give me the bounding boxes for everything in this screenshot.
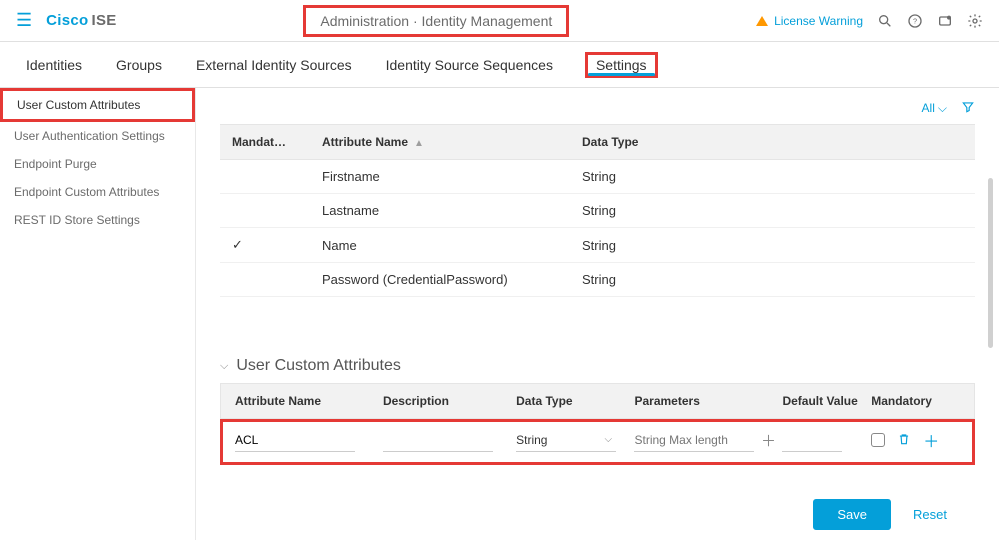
top-bar: ☰ CiscoISE Administration · Identity Man… xyxy=(0,0,999,42)
breadcrumb-highlight: Administration · Identity Management xyxy=(303,5,569,37)
predefined-attr-table: Mandat… Attribute Name ▲ Data Type Firstn… xyxy=(220,124,975,297)
sort-asc-icon: ▲ xyxy=(414,138,424,149)
col-data-type[interactable]: Data Type xyxy=(570,125,975,160)
tab-identity-source-sequences[interactable]: Identity Source Sequences xyxy=(384,42,555,87)
filter-all-label: All xyxy=(922,101,935,115)
default-value-input[interactable] xyxy=(782,429,842,452)
sidebar-item-user-custom-attributes[interactable]: User Custom Attributes xyxy=(3,91,192,119)
top-right-tools: License Warning ? xyxy=(756,13,983,29)
description-input[interactable] xyxy=(383,429,493,452)
brand-logo: CiscoISE xyxy=(46,12,116,29)
col-mandatory[interactable]: Mandat… xyxy=(220,125,310,160)
sidebar-item-endpoint-purge[interactable]: Endpoint Purge xyxy=(0,150,195,178)
uca-col-dt: Data Type xyxy=(516,394,634,408)
tab-active-indicator xyxy=(588,73,655,76)
uca-row-highlight: String ⌵ ＋ ＋ xyxy=(220,419,975,465)
mandatory-checkbox[interactable] xyxy=(871,433,885,447)
check-icon: ✓ xyxy=(220,228,310,263)
gear-icon[interactable] xyxy=(967,13,983,29)
add-parameter-icon[interactable]: ＋ xyxy=(758,430,778,451)
attr-cell: Password (CredentialPassword) xyxy=(310,263,570,297)
license-text: License Warning xyxy=(774,14,863,28)
col-attribute-name-label: Attribute Name xyxy=(322,135,408,149)
notes-icon[interactable] xyxy=(937,13,953,29)
license-warning[interactable]: License Warning xyxy=(756,14,863,28)
type-cell: String xyxy=(570,194,975,228)
table-row[interactable]: Password (CredentialPassword)String xyxy=(220,263,975,297)
chevron-down-icon: ⌵ xyxy=(605,434,613,445)
table-row[interactable]: FirstnameString xyxy=(220,160,975,194)
section-title: User Custom Attributes xyxy=(236,357,401,375)
attribute-name-input[interactable] xyxy=(235,429,355,452)
uca-col-def: Default Value xyxy=(782,394,871,408)
uca-column-header: Attribute Name Description Data Type Par… xyxy=(220,383,975,419)
mandatory-cell xyxy=(220,263,310,297)
settings-sidebar: User Custom Attributes User Authenticati… xyxy=(0,88,196,540)
type-cell: String xyxy=(570,160,975,194)
svg-text:?: ? xyxy=(913,16,917,25)
main-panel: All⌵ Mandat… Attribute Name▲ Data Type F… xyxy=(196,88,999,540)
sidebar-item-user-auth-settings[interactable]: User Authentication Settings xyxy=(0,122,195,150)
brand-ise: ISE xyxy=(92,12,117,29)
nav-tabs: Identities Groups External Identity Sour… xyxy=(0,42,999,88)
col-attribute-name[interactable]: Attribute Name ▲ xyxy=(310,125,570,160)
tab-identities[interactable]: Identities xyxy=(24,42,84,87)
action-buttons: Save Reset xyxy=(220,499,975,530)
attr-cell: Lastname xyxy=(310,194,570,228)
filter-all[interactable]: All⌵ xyxy=(922,101,947,116)
type-cell: String xyxy=(570,228,975,263)
mandatory-cell xyxy=(220,194,310,228)
sidebar-highlight: User Custom Attributes xyxy=(0,88,195,122)
type-cell: String xyxy=(570,263,975,297)
parameters-input[interactable] xyxy=(634,429,754,452)
uca-col-mand: Mandatory xyxy=(871,394,960,408)
uca-col-desc: Description xyxy=(383,394,516,408)
mandatory-cell xyxy=(220,160,310,194)
table-row[interactable]: LastnameString xyxy=(220,194,975,228)
tab-settings[interactable]: Settings xyxy=(585,52,658,78)
breadcrumb: Administration · Identity Management xyxy=(320,13,552,29)
search-icon[interactable] xyxy=(877,13,893,29)
data-type-select[interactable]: String ⌵ xyxy=(516,429,616,452)
add-row-icon[interactable]: ＋ xyxy=(923,428,939,452)
tab-settings-label: Settings xyxy=(596,57,647,73)
breadcrumb-wrap: Administration · Identity Management xyxy=(117,5,756,37)
help-icon[interactable]: ? xyxy=(907,13,923,29)
sidebar-item-rest-id-store[interactable]: REST ID Store Settings xyxy=(0,206,195,234)
scrollbar[interactable] xyxy=(988,178,993,348)
table-row[interactable]: ✓NameString xyxy=(220,228,975,263)
delete-icon[interactable] xyxy=(897,432,911,449)
sidebar-item-endpoint-custom-attributes[interactable]: Endpoint Custom Attributes xyxy=(0,178,195,206)
uca-section-header[interactable]: ⌵ User Custom Attributes xyxy=(220,357,975,375)
chevron-down-icon: ⌵ xyxy=(220,360,228,373)
tab-groups[interactable]: Groups xyxy=(114,42,164,87)
menu-icon[interactable]: ☰ xyxy=(16,10,32,31)
filter-icon[interactable] xyxy=(961,100,975,117)
filter-bar: All⌵ xyxy=(220,96,975,120)
brand-cisco: Cisco xyxy=(46,12,88,29)
uca-col-attr: Attribute Name xyxy=(235,394,383,408)
chevron-down-icon: ⌵ xyxy=(938,101,947,116)
uca-col-param: Parameters xyxy=(634,394,782,408)
reset-button[interactable]: Reset xyxy=(913,507,947,522)
tab-external-identity-sources[interactable]: External Identity Sources xyxy=(194,42,354,87)
attr-cell: Firstname xyxy=(310,160,570,194)
attr-cell: Name xyxy=(310,228,570,263)
data-type-value: String xyxy=(516,433,547,447)
save-button[interactable]: Save xyxy=(813,499,891,530)
warning-icon xyxy=(756,16,768,26)
